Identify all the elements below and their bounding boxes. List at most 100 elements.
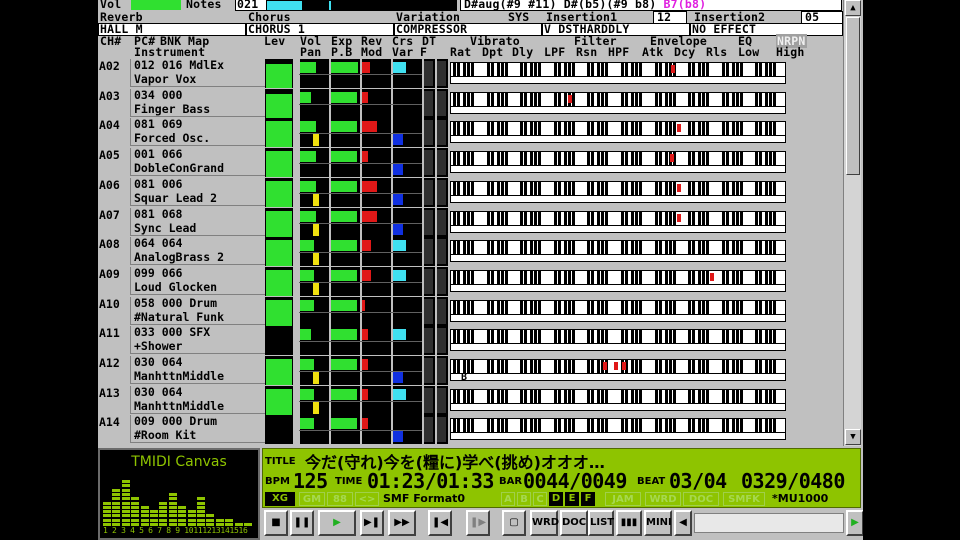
channel-row[interactable]: A09 099 066 Loud Glocken	[98, 266, 843, 296]
variation-send-meter	[393, 431, 403, 442]
spectrum-button[interactable]: ▮▮▮	[616, 510, 642, 536]
black-key	[571, 93, 575, 106]
insertion2-value[interactable]: NO EFFECT	[690, 23, 843, 36]
black-key	[688, 182, 692, 195]
black-key	[635, 182, 638, 195]
channel-row[interactable]: A08 064 064 AnalogBrass 2	[98, 236, 843, 266]
pause-button[interactable]: ❚❚	[290, 510, 314, 536]
time-label: TIME	[335, 476, 363, 487]
level-segment	[197, 505, 205, 509]
black-key	[538, 419, 542, 432]
black-key	[453, 271, 456, 284]
next-track-button[interactable]: ❚▶	[466, 510, 490, 536]
tmidi-canvas-panel[interactable]: TMIDI Canvas 1 2 3 4 5 6 7 8 9 101112131…	[98, 448, 260, 540]
mini-button[interactable]: MINI	[644, 510, 672, 536]
channel-number: A03	[98, 89, 131, 117]
black-key	[490, 122, 494, 135]
previous-track-button[interactable]: ❚◀	[428, 510, 452, 536]
scroll-thumb[interactable]	[846, 17, 860, 175]
level-segment	[121, 488, 130, 492]
black-key	[702, 152, 706, 165]
channel-row[interactable]: A13 030 064 ManhttnMiddle	[98, 385, 843, 415]
bar-label: BAR	[499, 476, 523, 487]
seek-right-button[interactable]: ▶	[846, 510, 863, 536]
scroll-up-button[interactable]: ▲	[845, 0, 861, 16]
black-key	[591, 419, 595, 432]
black-key	[538, 122, 542, 135]
black-key	[706, 93, 710, 106]
step-play-button[interactable]: ▶❚	[360, 510, 384, 536]
black-key	[496, 419, 500, 432]
black-key	[654, 93, 658, 106]
black-key	[500, 419, 504, 432]
black-key	[538, 182, 542, 195]
black-key	[496, 182, 500, 195]
wrd-button[interactable]: WRD	[530, 510, 559, 536]
black-key	[486, 390, 490, 403]
black-key	[563, 271, 567, 284]
black-key	[538, 212, 542, 225]
channel-row[interactable]: A12 030 064 ManhttnMiddle B	[98, 355, 843, 385]
black-key	[654, 182, 658, 195]
black-key	[668, 390, 672, 403]
seek-left-button[interactable]: ◀	[674, 510, 692, 536]
scroll-down-button[interactable]: ▼	[845, 429, 861, 445]
note-on-indicator	[614, 362, 618, 370]
black-key	[702, 122, 706, 135]
black-key	[631, 63, 634, 76]
black-key	[504, 93, 508, 106]
black-key	[688, 360, 692, 373]
window-button[interactable]: ▢	[502, 510, 526, 536]
channel-row[interactable]: A05 001 066 DobleConGrand	[98, 147, 843, 177]
black-key	[567, 301, 571, 314]
list-button[interactable]: LIST	[588, 510, 614, 536]
black-key	[765, 63, 769, 76]
program-bank: 030 064	[134, 355, 183, 369]
doc-button[interactable]: DOC	[560, 510, 588, 536]
channel-row[interactable]: A02 012 016 MdlEx Vapor Vox	[98, 58, 843, 88]
play-button[interactable]: ▶	[318, 510, 356, 536]
keyboard-divider	[451, 135, 785, 136]
black-key	[706, 241, 710, 254]
seek-bar-track[interactable]	[694, 513, 844, 533]
black-key	[759, 182, 763, 195]
black-key	[692, 152, 696, 165]
keyboard-divider	[451, 195, 785, 196]
black-key	[463, 241, 466, 254]
black-key	[706, 212, 710, 225]
black-key	[524, 360, 528, 373]
black-key	[530, 419, 534, 432]
channel-row[interactable]: A03 034 000 Finger Bass	[98, 88, 843, 118]
mode-tag-wrd: WRD	[645, 492, 681, 506]
black-key	[597, 63, 601, 76]
black-key	[520, 122, 524, 135]
black-key	[721, 241, 725, 254]
black-key	[759, 330, 763, 343]
channel-meters	[265, 386, 448, 415]
stop-button[interactable]: ■	[264, 510, 288, 536]
channel-row[interactable]: A11 033 000 SFX +Shower	[98, 325, 843, 355]
note-on-indicator	[671, 65, 675, 73]
reverb-send-meter	[362, 329, 368, 340]
channel-row[interactable]: A07 081 068 Sync Lead	[98, 207, 843, 237]
channel-row[interactable]: A06 081 006 Squar Lead 2	[98, 177, 843, 207]
black-key	[520, 360, 524, 373]
black-key	[765, 152, 769, 165]
black-key	[692, 390, 696, 403]
channel-row[interactable]: A14 009 000 Drum #Room Kit	[98, 414, 843, 444]
bar-value: 0044/0049	[523, 469, 627, 493]
black-key	[654, 419, 658, 432]
channel-row[interactable]: A04 081 069 Forced Osc.	[98, 117, 843, 147]
channel-row[interactable]: A10 058 000 Drum #Natural Funk	[98, 296, 843, 326]
black-key	[635, 390, 638, 403]
piano-keyboard	[450, 151, 786, 173]
channel-scrollbar[interactable]: ▲ ▼	[843, 0, 861, 446]
header-atk: Atk	[642, 45, 664, 59]
mode-tag-f: F	[581, 492, 595, 506]
level-segment	[187, 514, 196, 518]
black-key	[605, 241, 609, 254]
black-key	[639, 122, 642, 135]
expression-meter	[331, 181, 357, 192]
fast-forward-button[interactable]: ▶▶	[388, 510, 416, 536]
level-segment	[140, 505, 149, 509]
